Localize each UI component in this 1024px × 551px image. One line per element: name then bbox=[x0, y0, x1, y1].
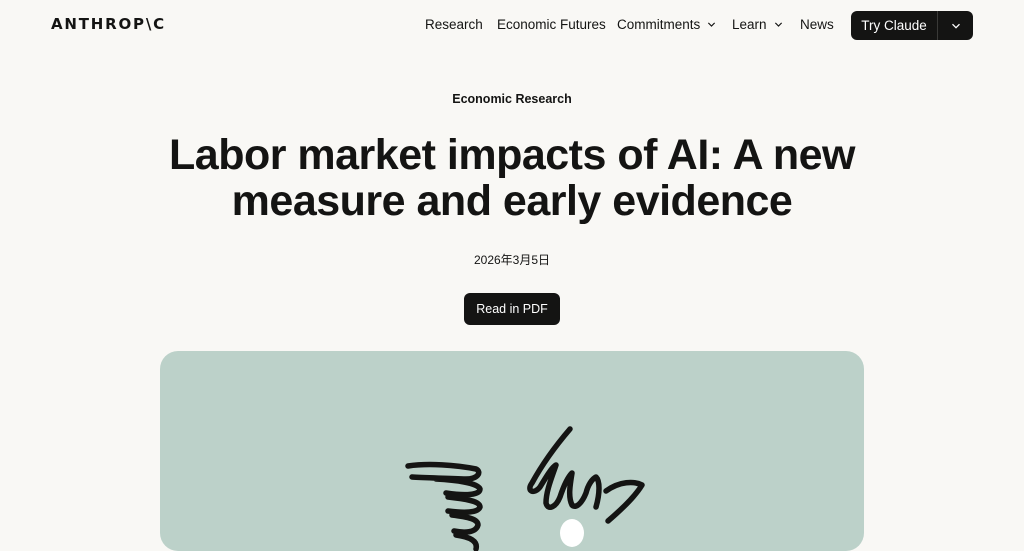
publish-date: 2026年3月5日 bbox=[473, 253, 551, 267]
nav-economic-futures-label: Economic Futures bbox=[497, 17, 606, 32]
chevron-down-icon bbox=[951, 23, 960, 29]
nav-learn-label: Learn bbox=[732, 17, 767, 32]
read-pdf-button[interactable]: Read in PDF bbox=[464, 293, 560, 325]
nav-news-label: News bbox=[800, 17, 834, 32]
try-claude-button-group: Try Claude bbox=[851, 11, 973, 40]
nav-economic-futures[interactable]: Economic Futures bbox=[497, 17, 606, 32]
nav-research[interactable]: Research bbox=[425, 17, 483, 32]
hands-illustration bbox=[405, 426, 645, 551]
article-category[interactable]: Economic Research bbox=[0, 92, 1024, 106]
chevron-down-icon bbox=[774, 22, 782, 27]
try-claude-button[interactable]: Try Claude bbox=[851, 18, 937, 33]
nav-commitments[interactable]: Commitments bbox=[617, 17, 716, 32]
hero-image bbox=[160, 351, 864, 551]
chevron-down-icon bbox=[708, 22, 716, 27]
try-claude-dropdown-button[interactable] bbox=[938, 21, 973, 31]
nav-commitments-label: Commitments bbox=[617, 17, 701, 32]
nav-news[interactable]: News bbox=[800, 17, 834, 32]
nav-learn[interactable]: Learn bbox=[732, 17, 783, 32]
site-header: ANTHROP\C Research Economic Futures Comm… bbox=[0, 0, 1024, 52]
page-title: Labor market impacts of AI: A new measur… bbox=[169, 131, 855, 225]
nav-research-label: Research bbox=[425, 17, 483, 32]
